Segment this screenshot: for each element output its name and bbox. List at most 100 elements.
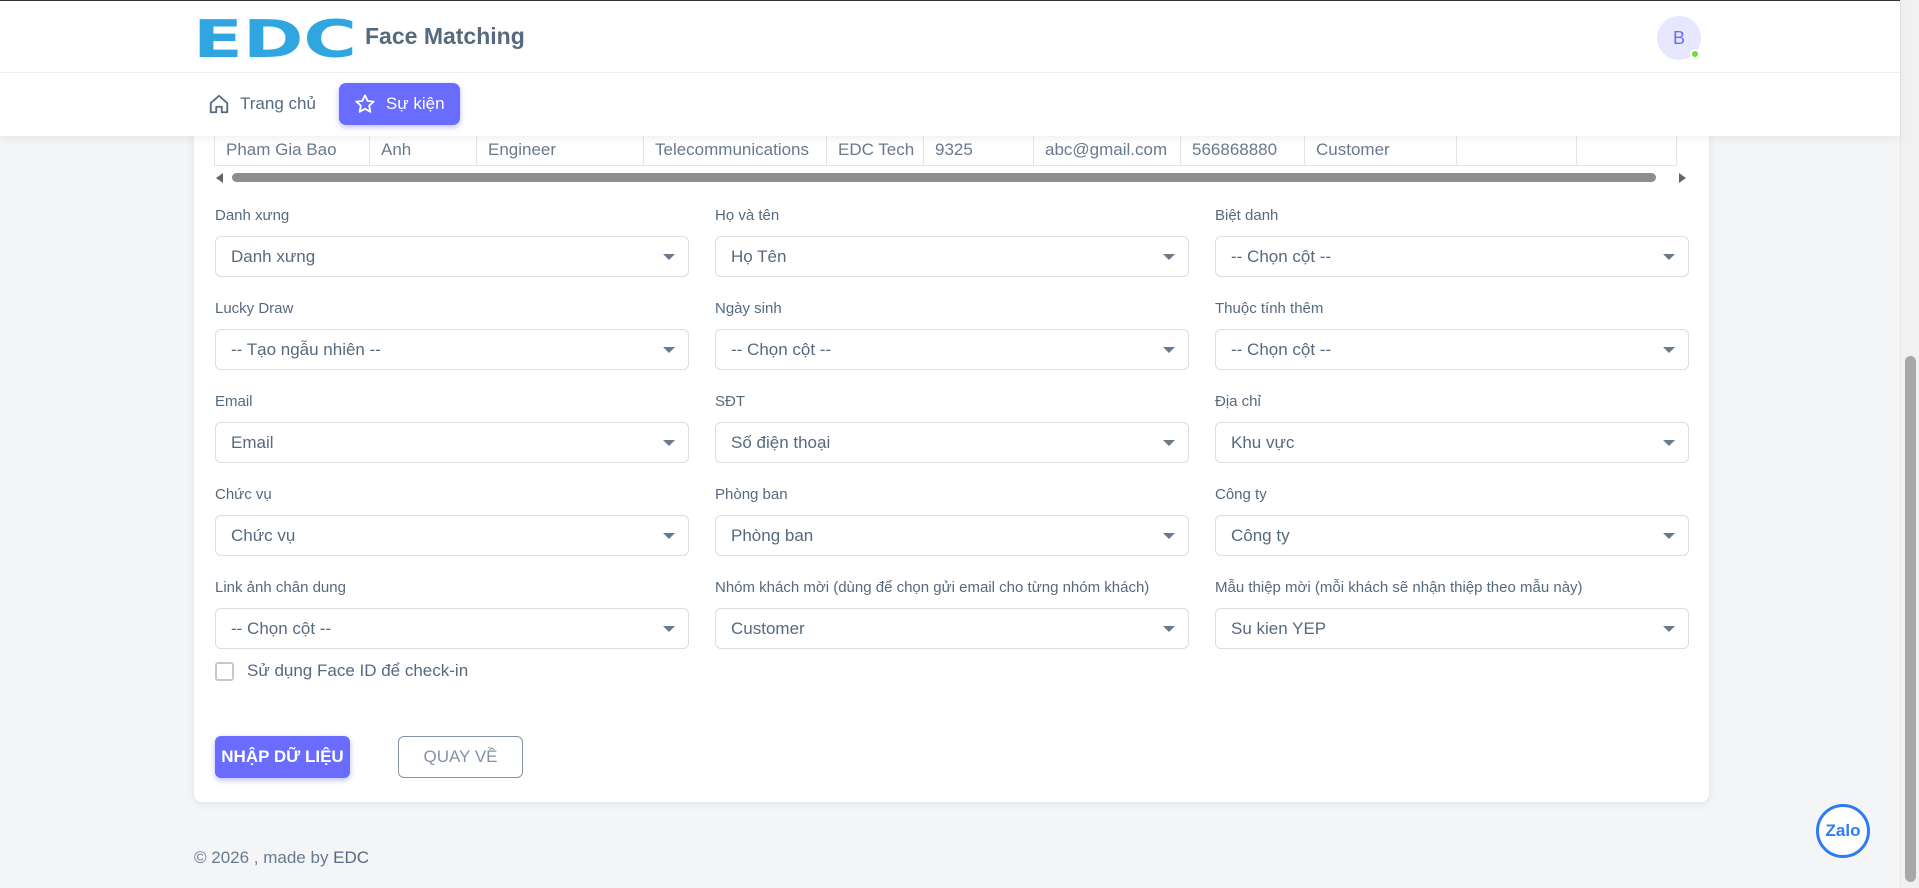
faceid-checkbox[interactable] (215, 661, 234, 681)
nickname-select[interactable]: -- Chọn cột -- (1215, 236, 1689, 277)
footer-copyright: © 2026 , made by (194, 848, 334, 867)
home-icon (209, 94, 229, 114)
field-full-name: Họ và tên Họ Tên (715, 207, 1189, 277)
select-value: Email (231, 433, 274, 452)
birthday-select[interactable]: -- Chọn cột -- (715, 329, 1189, 370)
select-value: Danh xưng (231, 247, 316, 266)
field-invitation-template: Mẫu thiệp mời (mỗi khách sẽ nhận thiệp t… (1215, 579, 1689, 649)
table-cell: Anh (370, 135, 477, 165)
field-label: Địa chỉ (1215, 393, 1261, 410)
chevron-down-icon (663, 533, 675, 539)
select-value: -- Tạo ngẫu nhiên -- (231, 340, 381, 359)
field-email: Email Email (215, 393, 689, 463)
select-value: Số điện thoại (731, 433, 831, 452)
scroll-left-icon[interactable] (216, 173, 223, 183)
chevron-down-icon (1163, 533, 1175, 539)
table-cell: Engineer (477, 135, 644, 165)
field-label: Lucky Draw (215, 300, 294, 317)
extra-attribute-select[interactable]: -- Chọn cột -- (1215, 329, 1689, 370)
department-select[interactable]: Phòng ban (715, 515, 1189, 556)
email-select[interactable]: Email (215, 422, 689, 463)
salutation-select[interactable]: Danh xưng (215, 236, 689, 277)
portrait-link-select[interactable]: -- Chọn cột -- (215, 608, 689, 649)
faceid-label: Sử dụng Face ID để check-in (247, 661, 469, 680)
main-nav: Trang chủ Sự kiện (193, 83, 460, 125)
field-label: Ngày sinh (715, 300, 782, 317)
select-value: Chức vụ (231, 526, 296, 545)
nav-item-label: Trang chủ (240, 94, 316, 113)
field-label: Danh xưng (215, 207, 290, 224)
field-lucky-draw: Lucky Draw -- Tạo ngẫu nhiên -- (215, 300, 689, 370)
nav-item-home[interactable]: Trang chủ (193, 83, 331, 125)
scrollbar-thumb[interactable] (232, 173, 1656, 182)
brand-row: EDC Face Matching B (0, 1, 1900, 73)
preview-table-row: Pham Gia Bao Anh Engineer Telecommunicat… (214, 134, 1677, 166)
select-value: Khu vực (1231, 433, 1295, 452)
table-cell: abc@gmail.com (1034, 135, 1181, 165)
field-phone: SĐT Số điện thoại (715, 393, 1189, 463)
chevron-down-icon (1663, 440, 1675, 446)
company-select[interactable]: Công ty (1215, 515, 1689, 556)
select-value: Phòng ban (731, 526, 814, 545)
field-company: Công ty Công ty (1215, 486, 1689, 556)
full-name-select[interactable]: Họ Tên (715, 236, 1189, 277)
field-label: Nhóm khách mời (dùng để chọn gửi email c… (715, 579, 1150, 596)
table-cell: EDC Tech (827, 135, 924, 165)
star-icon (355, 94, 375, 113)
guest-group-select[interactable]: Customer (715, 608, 1189, 649)
table-cell (1577, 135, 1677, 165)
field-label: Chức vụ (215, 486, 272, 503)
chevron-down-icon (1163, 347, 1175, 353)
chevron-down-icon (1663, 533, 1675, 539)
invitation-template-select[interactable]: Su kien YEP (1215, 608, 1689, 649)
select-value: Họ Tên (731, 247, 787, 266)
zalo-chat-button[interactable]: Zalo (1816, 804, 1870, 858)
lucky-draw-select[interactable]: -- Tạo ngẫu nhiên -- (215, 329, 689, 370)
footer: © 2026 , made by EDC (194, 848, 369, 868)
scrollbar-thumb[interactable] (1905, 356, 1916, 882)
nav-item-label: Sự kiện (385, 94, 445, 113)
table-horizontal-scrollbar[interactable] (216, 170, 1686, 184)
position-select[interactable]: Chức vụ (215, 515, 689, 556)
footer-brand-link[interactable]: EDC (333, 848, 369, 867)
chevron-down-icon (1663, 254, 1675, 260)
user-avatar[interactable]: B (1657, 16, 1701, 60)
top-navbar: EDC Face Matching B Trang chủ Sự kiện (0, 0, 1900, 136)
field-label: Email (215, 393, 253, 410)
field-label: Công ty (1215, 486, 1267, 503)
faceid-option[interactable]: Sử dụng Face ID để check-in (215, 661, 468, 681)
field-address: Địa chỉ Khu vực (1215, 393, 1689, 463)
table-cell: Telecommunications (644, 135, 827, 165)
field-salutation: Danh xưng Danh xưng (215, 207, 689, 277)
select-value: Su kien YEP (1231, 619, 1327, 638)
select-value: Customer (731, 619, 805, 638)
field-department: Phòng ban Phòng ban (715, 486, 1189, 556)
back-button[interactable]: QUAY VỀ (398, 736, 523, 778)
edc-logo[interactable]: EDC (193, 17, 357, 59)
avatar-initial: B (1672, 27, 1685, 48)
import-data-button[interactable]: NHẬP DỮ LIỆU (215, 736, 350, 778)
field-portrait-link: Link ảnh chân dung -- Chọn cột -- (215, 579, 689, 649)
address-select[interactable]: Khu vực (1215, 422, 1689, 463)
table-cell: Pham Gia Bao (214, 135, 370, 165)
chevron-down-icon (663, 254, 675, 260)
select-value: Công ty (1231, 526, 1290, 545)
select-value: -- Chọn cột -- (1231, 340, 1332, 359)
app-name: Face Matching (365, 23, 525, 49)
field-extra-attribute: Thuộc tính thêm -- Chọn cột -- (1215, 300, 1689, 370)
table-cell: Customer (1305, 135, 1457, 165)
field-guest-group: Nhóm khách mời (dùng để chọn gửi email c… (715, 579, 1189, 649)
page-vertical-scrollbar[interactable] (1900, 0, 1919, 888)
table-cell: 9325 (924, 135, 1034, 165)
table-cell: 566868880 (1181, 135, 1305, 165)
chevron-down-icon (663, 347, 675, 353)
scroll-right-icon[interactable] (1679, 173, 1686, 183)
field-label: Họ và tên (715, 207, 780, 224)
field-label: Phòng ban (715, 486, 788, 503)
field-label: Biệt danh (1215, 207, 1279, 224)
chevron-down-icon (1663, 626, 1675, 632)
select-value: -- Chọn cột -- (731, 340, 832, 359)
field-label: SĐT (715, 393, 745, 410)
nav-item-events[interactable]: Sự kiện (338, 83, 460, 125)
phone-select[interactable]: Số điện thoại (715, 422, 1189, 463)
